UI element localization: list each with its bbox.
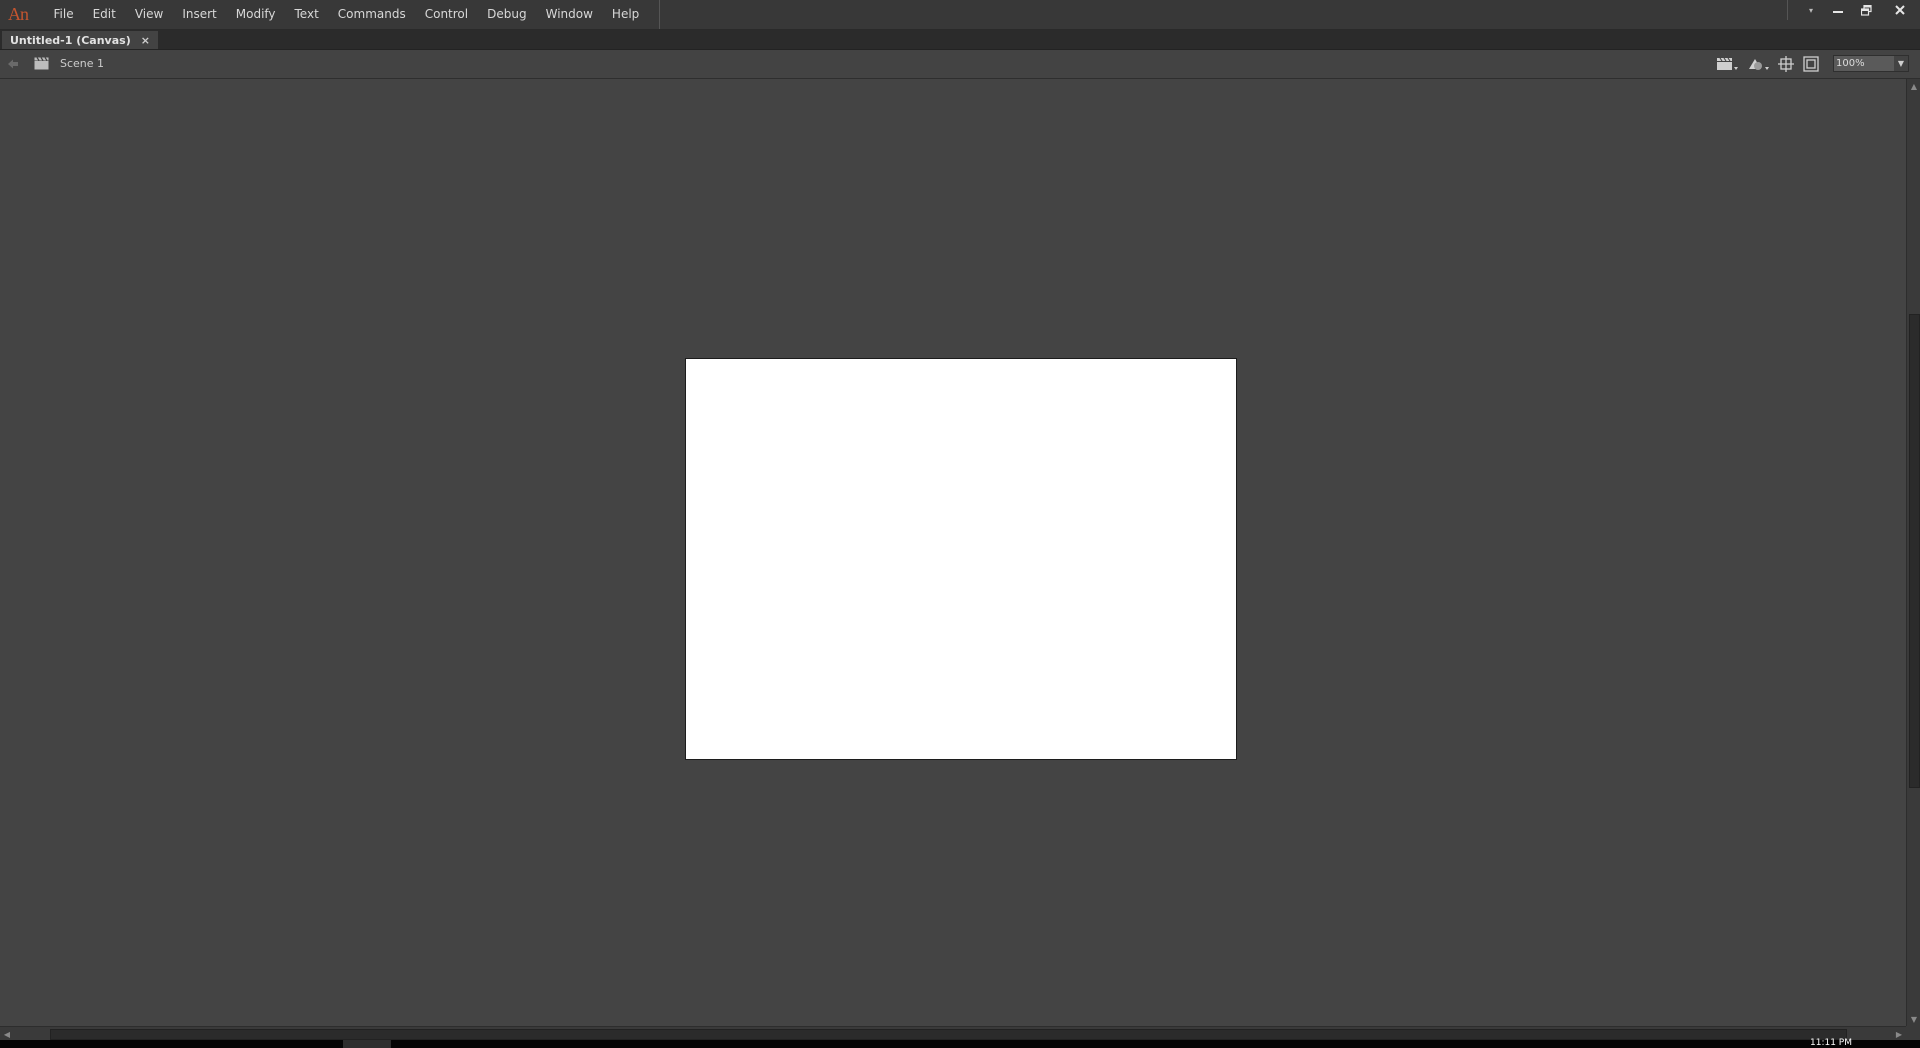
app-logo: An	[8, 4, 29, 24]
edit-symbols-icon[interactable]	[1746, 56, 1770, 72]
menu-help[interactable]: Help	[602, 0, 648, 29]
scene-breadcrumb[interactable]: Scene 1	[60, 57, 104, 70]
minimize-icon	[1833, 11, 1843, 13]
edit-scene-icon[interactable]	[1715, 56, 1739, 72]
workspace-switcher-icon[interactable]: ▾	[1798, 0, 1824, 20]
menu-file[interactable]: File	[44, 0, 83, 29]
menu-window[interactable]: Window	[536, 0, 602, 29]
minimize-button[interactable]	[1824, 0, 1852, 20]
stage-canvas[interactable]	[685, 358, 1237, 760]
window-controls: ▾	[1787, 0, 1920, 20]
vertical-scrollbar[interactable]: ▲ ▼	[1906, 79, 1920, 1026]
document-tab[interactable]: Untitled-1 (Canvas) ×	[2, 31, 158, 49]
animate-window: An File Edit View Insert Modify Text Com…	[0, 0, 1920, 1048]
menu-text[interactable]: Text	[285, 0, 328, 29]
document-tab-label: Untitled-1 (Canvas)	[10, 33, 131, 47]
menu-edit[interactable]: Edit	[83, 0, 125, 29]
close-icon	[1895, 5, 1905, 15]
menu-items: File Edit View Insert Modify Text Comman…	[44, 0, 660, 29]
taskbar-app-item[interactable]	[343, 1040, 391, 1048]
zoom-dropdown[interactable]: 100% ▼	[1833, 55, 1909, 72]
restore-icon	[1860, 4, 1872, 16]
scene-clapper-icon	[34, 57, 49, 70]
scrollbar-corner	[1906, 1026, 1920, 1040]
document-tab-bar: Untitled-1 (Canvas) ×	[0, 30, 1920, 50]
vertical-scroll-thumb[interactable]	[1909, 314, 1920, 788]
menu-debug[interactable]: Debug	[478, 0, 536, 29]
scroll-right-icon[interactable]: ▶	[1892, 1027, 1906, 1041]
restore-button[interactable]	[1852, 0, 1880, 20]
taskbar-clock: 11:11 PM	[1810, 1038, 1852, 1046]
menu-commands[interactable]: Commands	[328, 0, 415, 29]
pasteboard[interactable]	[0, 79, 1906, 1026]
scroll-up-icon[interactable]: ▲	[1907, 79, 1920, 93]
horizontal-scrollbar[interactable]: ◀ ▶	[0, 1026, 1906, 1041]
scroll-left-icon[interactable]: ◀	[0, 1027, 14, 1041]
back-arrow-icon[interactable]	[7, 58, 19, 70]
center-stage-icon[interactable]	[1778, 56, 1794, 72]
close-window-button[interactable]	[1880, 0, 1920, 20]
tab-close-icon[interactable]: ×	[141, 34, 150, 47]
zoom-value[interactable]: 100%	[1834, 58, 1894, 69]
clip-content-icon[interactable]	[1803, 56, 1819, 72]
horizontal-scroll-thumb[interactable]	[50, 1029, 1847, 1040]
menu-insert[interactable]: Insert	[173, 0, 226, 29]
menu-bar: An File Edit View Insert Modify Text Com…	[0, 0, 1920, 30]
menu-view[interactable]: View	[125, 0, 172, 29]
edit-bar: Scene 1 100% ▼	[0, 50, 1920, 79]
window-controls-divider	[1787, 0, 1788, 20]
scroll-down-icon[interactable]: ▼	[1907, 1012, 1920, 1026]
chevron-down-icon[interactable]: ▼	[1894, 56, 1908, 71]
menu-modify[interactable]: Modify	[226, 0, 285, 29]
os-taskbar: 11:11 PM	[0, 1038, 1920, 1048]
menu-control[interactable]: Control	[415, 0, 477, 29]
